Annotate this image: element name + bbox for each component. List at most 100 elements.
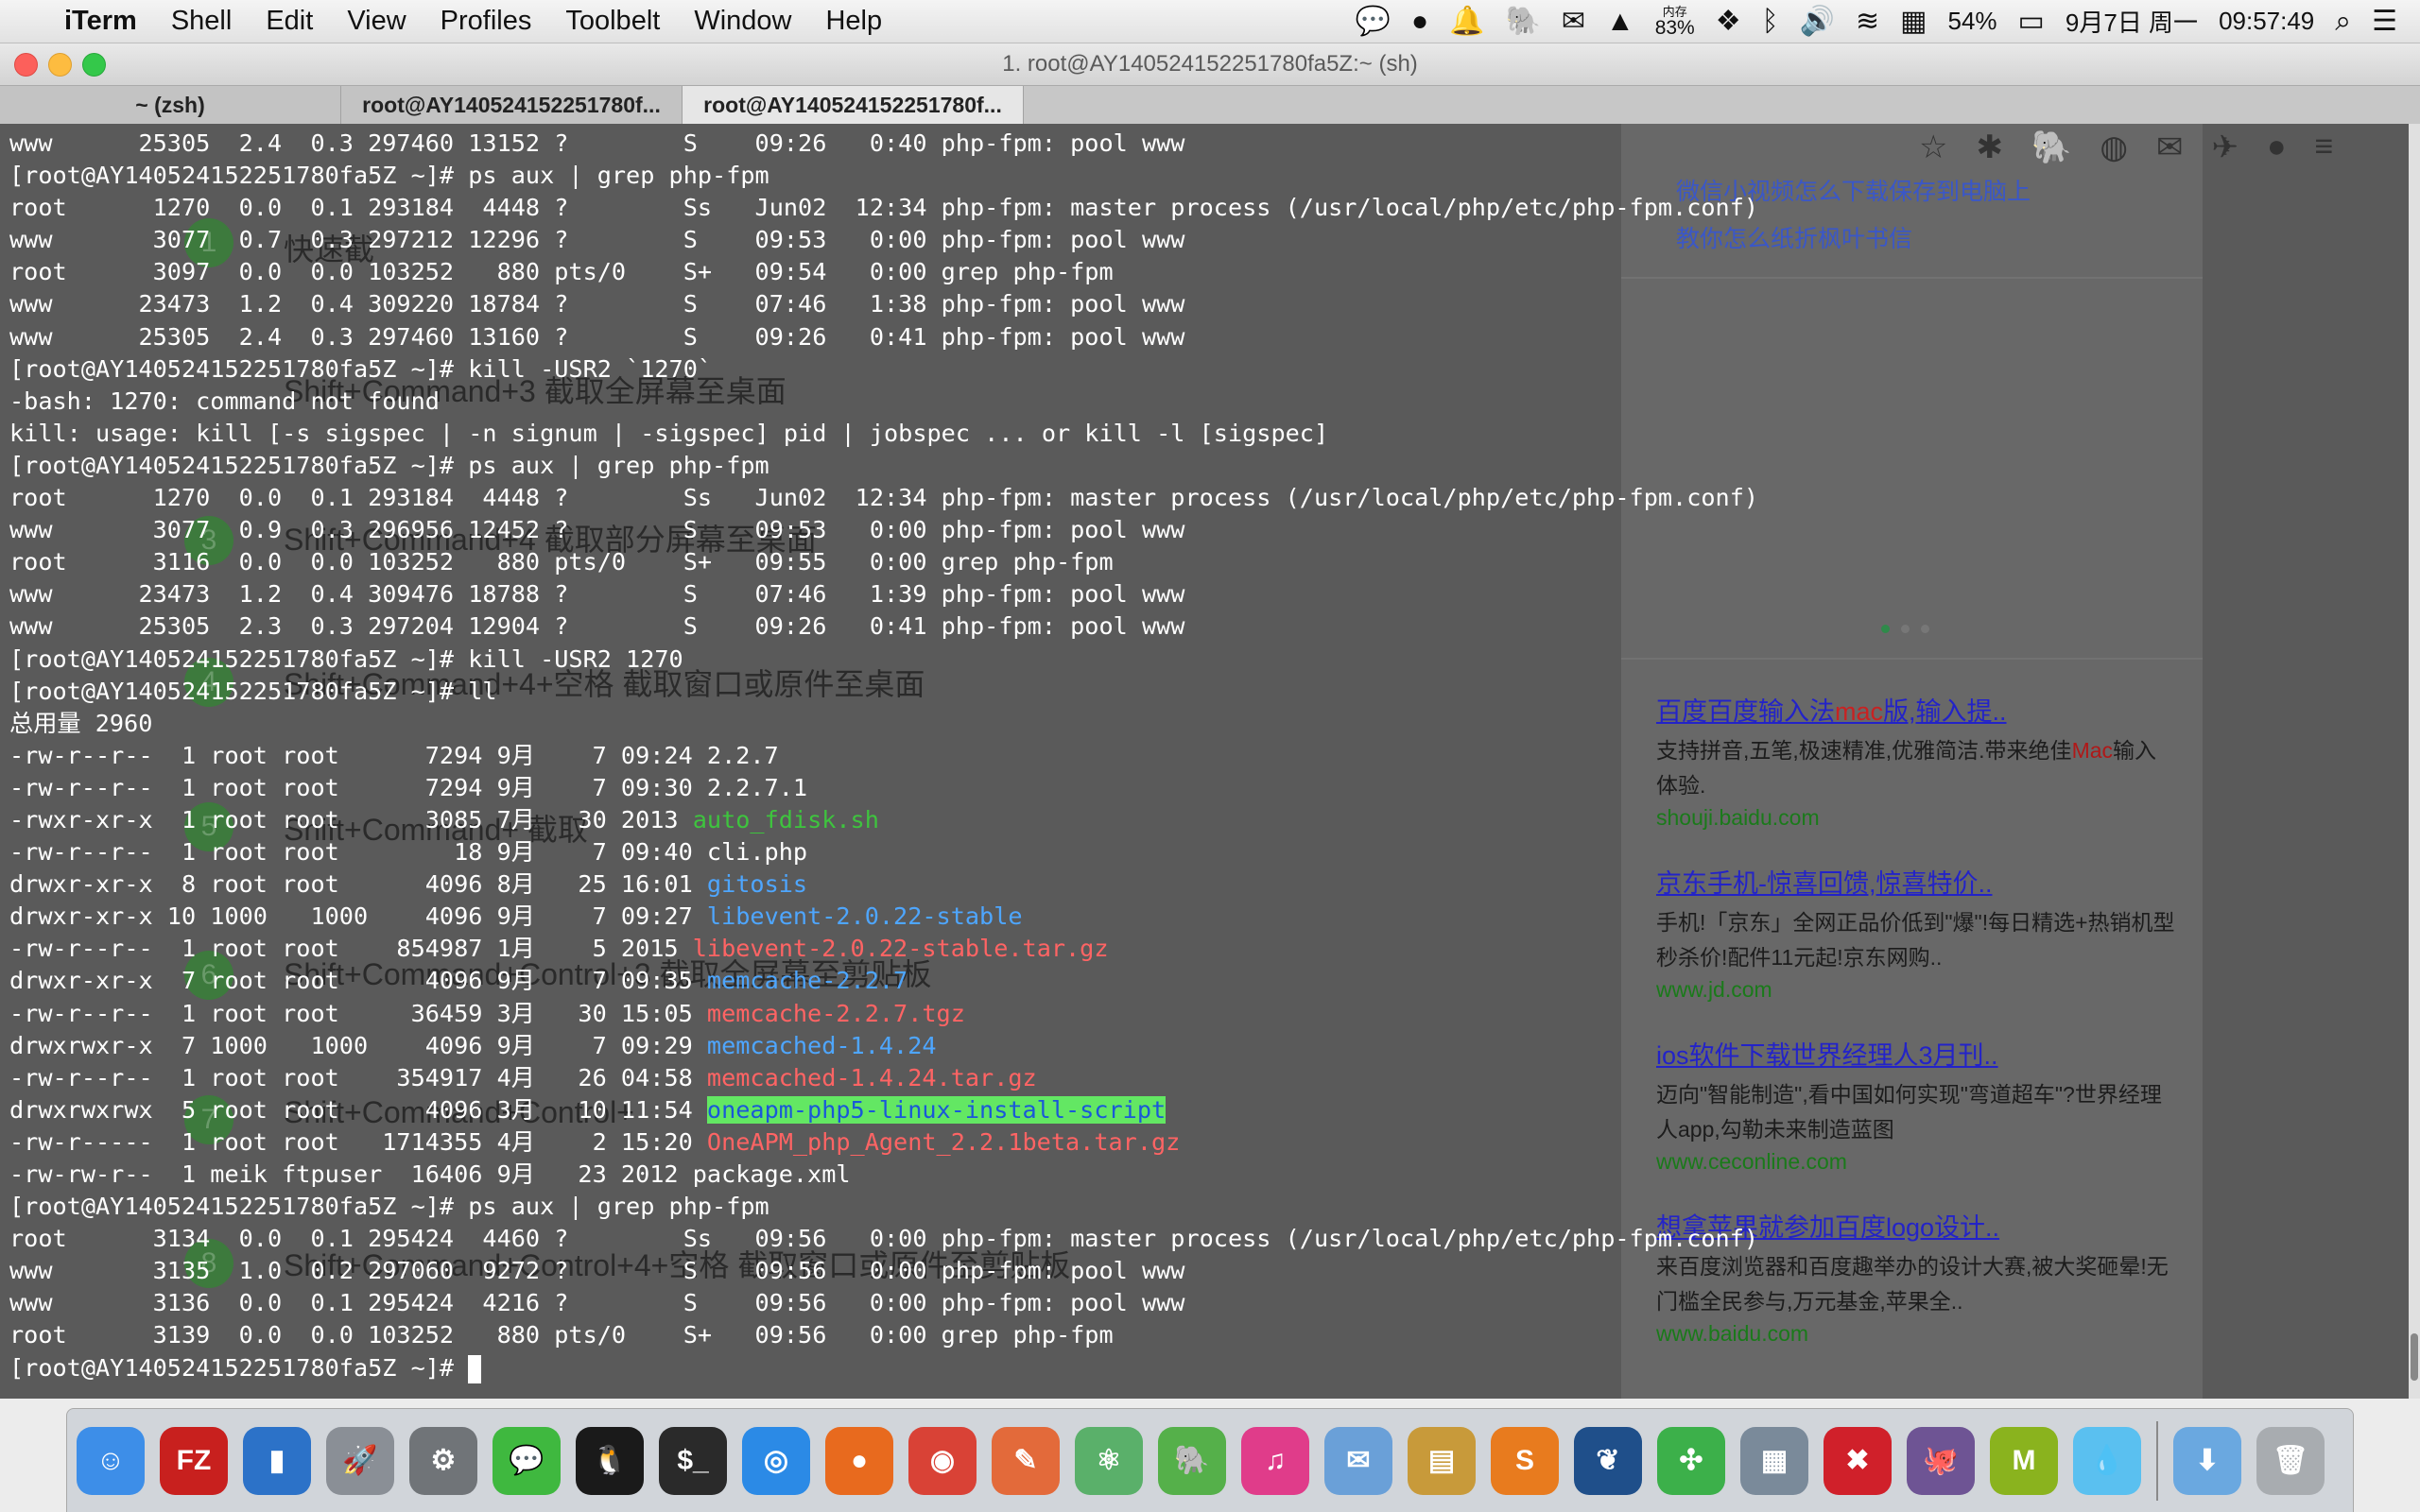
qq-status-icon[interactable]: ●: [1411, 7, 1428, 36]
terminal-line: [root@AY140524152251780fa5Z ~]# kill -US…: [9, 644, 683, 673]
dock-wechat-icon[interactable]: 💬: [493, 1426, 561, 1495]
dock-safari-icon[interactable]: ◎: [742, 1426, 810, 1495]
menu-profiles[interactable]: Profiles: [441, 6, 532, 37]
spotlight-search-icon[interactable]: ⌕: [2335, 7, 2351, 36]
terminal-line: -rw-r--r-- 1 root root 36459 3月 30 15:05…: [9, 999, 965, 1027]
dock-atom-icon[interactable]: ⚛: [1075, 1426, 1143, 1495]
terminal-line: www 3135 1.0 0.2 297060 9272 ? S 09:56 0…: [9, 1257, 1185, 1285]
mail-icon: ✉: [2156, 129, 2184, 165]
dock-xmind-zen-icon[interactable]: ✖: [1824, 1426, 1892, 1495]
dock-itunes-icon[interactable]: ♫: [1241, 1426, 1309, 1495]
terminal-line: www 3077 0.7 0.3 297212 12296 ? S 09:53 …: [9, 226, 1185, 254]
dock-firefox-icon[interactable]: ●: [825, 1426, 893, 1495]
terminal-line: root 3139 0.0 0.0 103252 880 pts/0 S+ 09…: [9, 1321, 1114, 1349]
text-cursor: [468, 1354, 482, 1383]
terminal-line: [root@AY140524152251780fa5Z ~]# ps aux |…: [9, 1193, 769, 1221]
dock-filezilla-icon[interactable]: FZ: [160, 1426, 228, 1495]
dock-launchpad-icon[interactable]: 🚀: [326, 1426, 394, 1495]
tab-zsh[interactable]: ~ (zsh): [0, 86, 341, 124]
wechat-status-icon[interactable]: 💬: [1356, 7, 1391, 36]
file-name: memcached-1.4.24: [706, 1031, 937, 1059]
dock-separator: [2156, 1420, 2158, 1501]
dock-preview-icon[interactable]: ▦: [1740, 1426, 1808, 1495]
penguin-status-icon[interactable]: ▲: [1606, 7, 1634, 36]
dock-pencil-icon[interactable]: ✎: [992, 1426, 1060, 1495]
dock-activity-monitor-icon[interactable]: ▮: [243, 1426, 311, 1495]
dock-sourcetree-icon[interactable]: ❦: [1574, 1426, 1642, 1495]
window-title: 1. root@AY140524152251780fa5Z:~ (sh): [1002, 51, 1418, 77]
dock-trash-icon[interactable]: 🗑: [2256, 1426, 2325, 1495]
terminal-line: -rwxr-xr-x 1 root root 3085 7月 30 2013 a…: [9, 805, 879, 833]
terminal-line: www 25305 2.4 0.3 297460 13160 ? S 09:26…: [9, 322, 1185, 351]
terminal-line: 总用量 2960: [9, 709, 153, 737]
dock-evernote-icon[interactable]: 🐘: [1158, 1426, 1226, 1495]
terminal-line: root 1270 0.0 0.1 293184 4448 ? Ss Jun02…: [9, 484, 1759, 512]
dock-xmind-icon[interactable]: ✣: [1657, 1426, 1725, 1495]
window-titlebar: 1. root@AY140524152251780fa5Z:~ (sh): [0, 43, 2420, 86]
dock-system-preferences-icon[interactable]: ⚙: [409, 1426, 477, 1495]
dock-downloads-icon[interactable]: ⬇: [2173, 1426, 2241, 1495]
wifi-icon[interactable]: ≋: [1856, 7, 1879, 36]
terminal-view[interactable]: ☆ ✱ 🐘 ◍ ✉ ✈ ● ≡ 微信小视频怎么下载保存到电脑上 教你怎么纸折枫叶…: [0, 124, 2409, 1399]
battery-icon[interactable]: ▭: [2018, 7, 2045, 36]
mail-status-icon[interactable]: ✉: [1562, 7, 1585, 36]
dock-qq-icon[interactable]: 🐧: [576, 1426, 644, 1495]
terminal-line: -rw-r----- 1 root root 1714355 4月 2 15:2…: [9, 1127, 1181, 1156]
menu-icon: ≡: [2314, 129, 2334, 164]
bell-icon[interactable]: 🔔: [1449, 7, 1484, 36]
menu-edit[interactable]: Edit: [266, 6, 313, 37]
evernote-status-icon[interactable]: 🐘: [1506, 7, 1541, 36]
star-icon: ☆: [1919, 129, 1948, 165]
terminal-line: drwxrwxrwx 5 root root 4096 3月 10 11:54 …: [9, 1095, 1167, 1124]
dock-github-icon[interactable]: 🐙: [1907, 1426, 1975, 1495]
dock-mindnode-icon[interactable]: M: [1990, 1426, 2058, 1495]
notification-center-icon[interactable]: ☰: [2372, 7, 2397, 36]
dock-finder-icon[interactable]: ☺: [77, 1426, 145, 1495]
file-name: libevent-2.0.22-stable: [706, 902, 1023, 931]
terminal-line: -rw-r--r-- 1 root root 7294 9月 7 09:24 2…: [9, 741, 779, 769]
dock-tweetbot-icon[interactable]: 💧: [2073, 1426, 2141, 1495]
file-name: OneAPM_php_Agent_2.2.1beta.tar.gz: [706, 1127, 1181, 1156]
dock-terminal-icon[interactable]: $_: [659, 1426, 727, 1495]
terminal-line: [root@AY140524152251780fa5Z ~]# ps aux |…: [9, 162, 769, 190]
menu-app-name[interactable]: iTerm: [64, 6, 137, 37]
clock-time[interactable]: 09:57:49: [2219, 7, 2314, 36]
memory-value: 83%: [1654, 16, 1695, 39]
battery-percent[interactable]: 54%: [1948, 7, 1997, 36]
dock-contacts-icon[interactable]: ✉: [1324, 1426, 1392, 1495]
dock-chrome-icon[interactable]: ◉: [908, 1426, 977, 1495]
extension-icon: ✈: [2211, 129, 2239, 165]
file-name: oneapm-php5-linux-install-script: [706, 1095, 1167, 1124]
terminal-line: -bash: 1270: command not found: [9, 387, 440, 415]
flag-us-icon[interactable]: ▦: [1900, 7, 1927, 36]
volume-icon[interactable]: 🔊: [1800, 7, 1835, 36]
status-area: 💬 ● 🔔 🐘 ✉ ▲ 内存 83% ❖ ᛒ 🔊 ≋ ▦ 54% ▭ 9月7日 …: [1356, 0, 2397, 43]
bluetooth-icon[interactable]: ᛒ: [1762, 7, 1779, 36]
tab-root-2[interactable]: root@AY140524152251780f...: [341, 86, 683, 124]
terminal-line: root 3097 0.0 0.0 103252 880 pts/0 S+ 09…: [9, 258, 1114, 286]
menu-shell[interactable]: Shell: [171, 6, 233, 37]
menu-toolbelt[interactable]: Toolbelt: [565, 6, 660, 37]
evernote-icon: 🐘: [2031, 129, 2072, 165]
tab-root-3[interactable]: root@AY140524152251780f...: [683, 86, 1024, 124]
file-name: gitosis: [706, 870, 808, 899]
memory-status[interactable]: 内存 83%: [1655, 6, 1695, 38]
menu-bar: iTerm Shell Edit View Profiles Toolbelt …: [0, 0, 2420, 43]
file-name: auto_fdisk.sh: [692, 805, 879, 833]
dock-sublime-text-icon[interactable]: S: [1491, 1426, 1559, 1495]
extension-icon: ✱: [1976, 129, 2003, 165]
menu-help[interactable]: Help: [825, 6, 882, 37]
terminal-output: www 25305 2.4 0.3 297460 13152 ? S 09:26…: [9, 128, 1758, 1384]
memory-label: 内存: [1662, 4, 1687, 19]
terminal-scrollbar[interactable]: [2409, 124, 2420, 1399]
menu-window[interactable]: Window: [694, 6, 791, 37]
menu-view[interactable]: View: [347, 6, 406, 37]
terminal-line: [root@AY140524152251780fa5Z ~]# ps aux |…: [9, 451, 769, 479]
file-name: libevent-2.0.22-stable.tar.gz: [692, 935, 1109, 963]
dropbox-icon[interactable]: ❖: [1716, 7, 1741, 36]
clock-date[interactable]: 9月7日 周一: [2066, 4, 2198, 39]
terminal-line: -rw-r--r-- 1 root root 7294 9月 7 09:30 2…: [9, 773, 808, 801]
terminal-line: root 1270 0.0 0.1 293184 4448 ? Ss Jun02…: [9, 194, 1759, 222]
scrollbar-thumb[interactable]: [2411, 1333, 2418, 1381]
dock-sequel-pro-icon[interactable]: ▤: [1408, 1426, 1476, 1495]
